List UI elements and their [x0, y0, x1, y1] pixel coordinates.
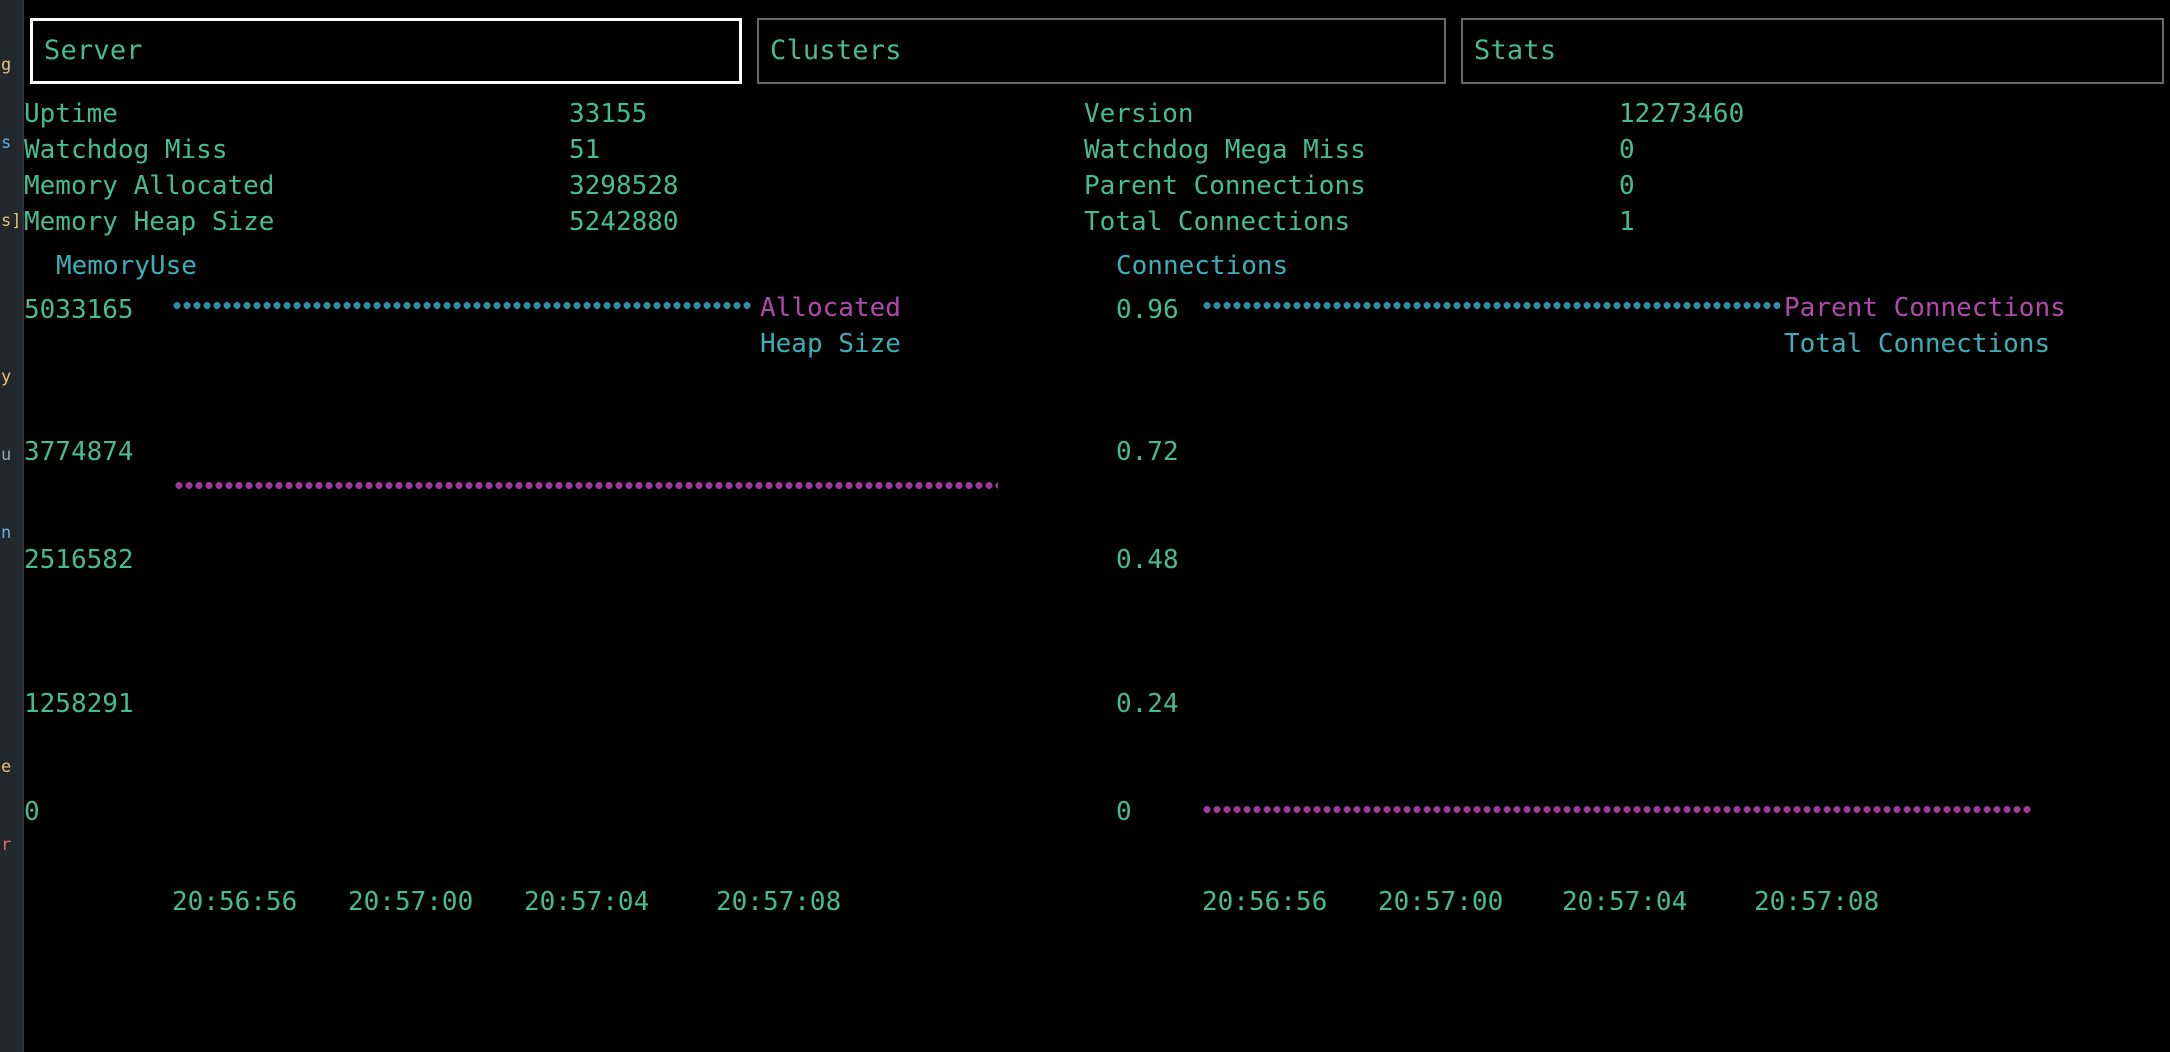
chart-plot-area	[24, 300, 1084, 920]
legend-item-allocated: Allocated	[760, 293, 901, 323]
stat-key-uptime: Uptime	[24, 99, 118, 129]
stat-row: Version 12273460	[1084, 96, 2164, 132]
series-line-heap-size	[172, 302, 752, 309]
chart-title-memoryuse: MemoryUse	[56, 251, 197, 281]
xtick-label: 20:57:04	[1562, 887, 1688, 917]
tab-server-label: Server	[44, 35, 143, 66]
tab-server[interactable]: Server	[30, 18, 742, 84]
chart-connections: 0.96 0.72 0.48 0.24 0 Parent Connections…	[1084, 293, 2170, 920]
stat-key-version: Version	[1084, 99, 1194, 129]
stat-value-parent-connections: 0	[1619, 171, 1635, 201]
stat-key-total-connections: Total Connections	[1084, 207, 1351, 237]
editor-line: s]	[1, 211, 22, 231]
server-stats-right: Version 12273460 Watchdog Mega Miss 0 Pa…	[1084, 96, 2164, 240]
xtick-label: 20:56:56	[1202, 887, 1328, 917]
editor-line: y	[1, 367, 12, 387]
stat-row: Total Connections 1	[1084, 204, 2164, 240]
chart-memoryuse: 5033165 3774874 2516582 1258291 0 Alloca…	[24, 293, 1084, 920]
xtick-label: 20:57:04	[524, 887, 650, 917]
chart-xaxis-memoryuse: 20:56:56 20:57:00 20:57:04 20:57:08	[24, 884, 1084, 924]
server-stats-left: Uptime 33155 Watchdog Miss 51 Memory All…	[24, 96, 1084, 240]
chart-legend-memoryuse: Allocated Heap Size	[760, 290, 901, 362]
chart-xaxis-connections: 20:56:56 20:57:00 20:57:04 20:57:08	[1084, 884, 2170, 924]
editor-line: g	[1, 55, 12, 75]
stat-row: Memory Allocated 3298528	[24, 168, 1084, 204]
stat-value-version: 12273460	[1619, 99, 1745, 129]
tab-stats-label: Stats	[1474, 35, 1557, 66]
chart-title-connections: Connections	[1116, 251, 1289, 281]
editor-line: u	[1, 445, 12, 465]
xtick-label: 20:57:00	[1378, 887, 1504, 917]
xtick-label: 20:56:56	[172, 887, 298, 917]
stat-value-watchdog-mega-miss: 0	[1619, 135, 1635, 165]
tab-clusters[interactable]: Clusters	[757, 18, 1446, 84]
stat-key-watchdog-mega-miss: Watchdog Mega Miss	[1084, 135, 1366, 165]
legend-item-total-connections: Total Connections	[1784, 329, 2051, 359]
series-line-total-connections	[1202, 302, 1780, 309]
tab-stats[interactable]: Stats	[1461, 18, 2164, 84]
tab-clusters-label: Clusters	[770, 35, 902, 66]
tab-bar: Server Clusters Stats	[24, 18, 2170, 86]
editor-line: e	[1, 757, 12, 777]
stat-value-memory-heap-size: 5242880	[569, 207, 679, 237]
stat-row: Watchdog Miss 51	[24, 132, 1084, 168]
legend-item-heap-size: Heap Size	[760, 329, 901, 359]
stat-row: Uptime 33155	[24, 96, 1084, 132]
xtick-label: 20:57:08	[716, 887, 842, 917]
chart-legend-connections: Parent Connections Total Connections	[1784, 290, 2066, 362]
editor-line: r	[1, 835, 12, 855]
stat-row: Memory Heap Size 5242880	[24, 204, 1084, 240]
stat-key-memory-allocated: Memory Allocated	[24, 171, 275, 201]
xtick-label: 20:57:08	[1754, 887, 1880, 917]
background-editor-sliver: g s s] y u n e r r 7. ll :: nt ~ ra e ot…	[0, 0, 22, 1052]
stat-value-watchdog-miss: 51	[569, 135, 601, 165]
chart-plot-area	[1084, 300, 2170, 920]
stat-value-uptime: 33155	[569, 99, 648, 129]
stat-key-watchdog-miss: Watchdog Miss	[24, 135, 228, 165]
editor-line: n	[1, 523, 12, 543]
stat-value-memory-allocated: 3298528	[569, 171, 679, 201]
stat-key-memory-heap-size: Memory Heap Size	[24, 207, 275, 237]
series-line-parent-connections	[1202, 806, 2032, 813]
stat-row: Watchdog Mega Miss 0	[1084, 132, 2164, 168]
xtick-label: 20:57:00	[348, 887, 474, 917]
stat-key-parent-connections: Parent Connections	[1084, 171, 1366, 201]
stat-value-total-connections: 1	[1619, 207, 1635, 237]
legend-item-parent-connections: Parent Connections	[1784, 293, 2066, 323]
terminal-surface: Server Clusters Stats Uptime 33155 Watch…	[24, 0, 2170, 1052]
stat-row: Parent Connections 0	[1084, 168, 2164, 204]
series-line-allocated	[174, 482, 998, 489]
editor-line: s	[1, 133, 12, 153]
